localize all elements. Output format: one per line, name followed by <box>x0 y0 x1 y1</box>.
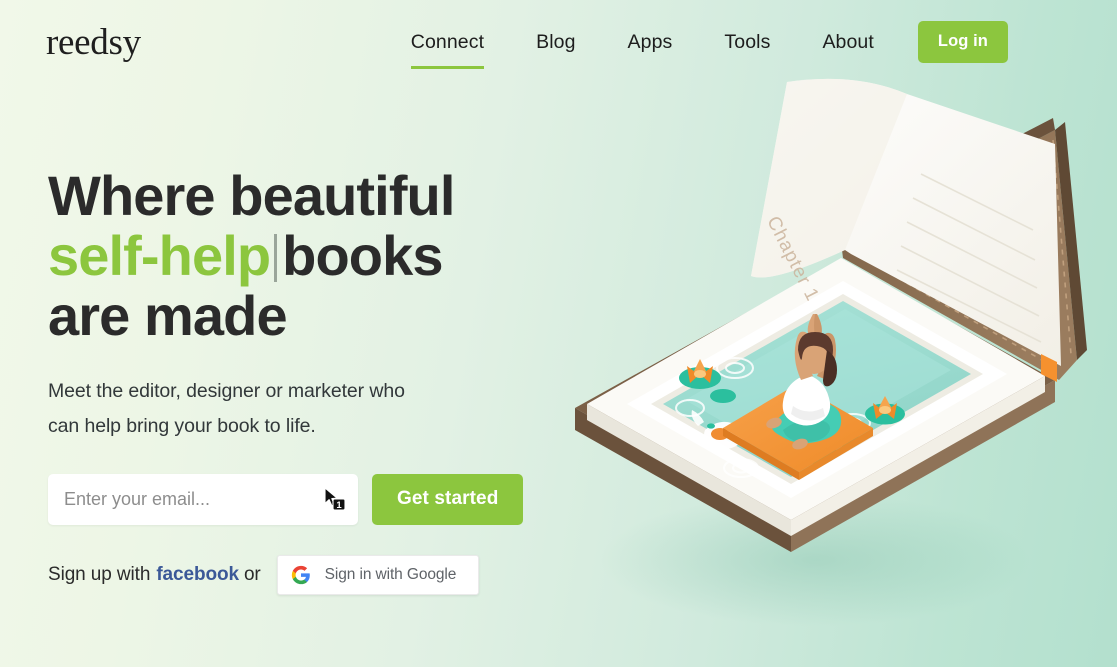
signup-form: 1 Get started <box>48 473 578 525</box>
main-navigation: Connect Blog Apps Tools About Log in <box>410 21 1071 69</box>
subheadline-line-2: can help bring your book to life. <box>48 415 316 438</box>
login-button[interactable]: Log in <box>917 21 1008 63</box>
headline-line-2: self-help books <box>48 228 578 284</box>
google-signin-label: Sign in with Google <box>324 565 457 583</box>
email-input[interactable] <box>48 473 358 525</box>
get-started-button[interactable]: Get started <box>372 473 524 525</box>
google-g-icon <box>291 565 310 585</box>
reedsy-logo[interactable]: reedsy <box>46 24 141 61</box>
email-input-wrapper: 1 <box>48 473 358 525</box>
nav-item-blog[interactable]: Blog <box>510 25 601 60</box>
typing-caret <box>274 234 278 282</box>
headline-line-1: Where beautiful <box>48 164 455 227</box>
lily-pad <box>710 389 736 403</box>
nav-label-apps: Apps <box>627 30 673 53</box>
social-signup-prefix: Sign up with <box>48 563 151 585</box>
hero-illustration-book-pond: Chapter 1 <box>555 78 1117 648</box>
headline-line-3: are made <box>48 284 288 347</box>
facebook-signup-link[interactable]: facebook <box>156 564 239 586</box>
hero-subheadline: Meet the editor, designer or marketer wh… <box>48 374 538 445</box>
nav-item-apps[interactable]: Apps <box>602 25 699 60</box>
headline-highlight-keyword: self-help <box>48 224 271 287</box>
subheadline-line-1: Meet the editor, designer or marketer wh… <box>48 380 405 402</box>
social-signup-row: Sign up with facebook or Sign in with Go… <box>48 554 578 595</box>
google-signin-button[interactable]: Sign in with Google <box>276 554 480 595</box>
headline-line-2-rest: books <box>282 224 443 287</box>
hero-content: Where beautiful self-help books are made … <box>48 168 578 595</box>
social-or-text: or <box>243 563 261 585</box>
nav-label-connect: Connect <box>410 30 485 53</box>
hero-headline: Where beautiful self-help books are made <box>48 168 578 344</box>
nav-label-about: About <box>822 30 874 53</box>
site-header: reedsy Connect Blog Apps Tools About Log… <box>0 0 1117 84</box>
nav-label-tools: Tools <box>724 30 771 53</box>
nav-label-blog: Blog <box>536 30 576 53</box>
nav-item-tools[interactable]: Tools <box>698 25 796 60</box>
nav-item-about[interactable]: About <box>796 25 899 60</box>
nav-item-connect[interactable]: Connect <box>410 25 510 69</box>
